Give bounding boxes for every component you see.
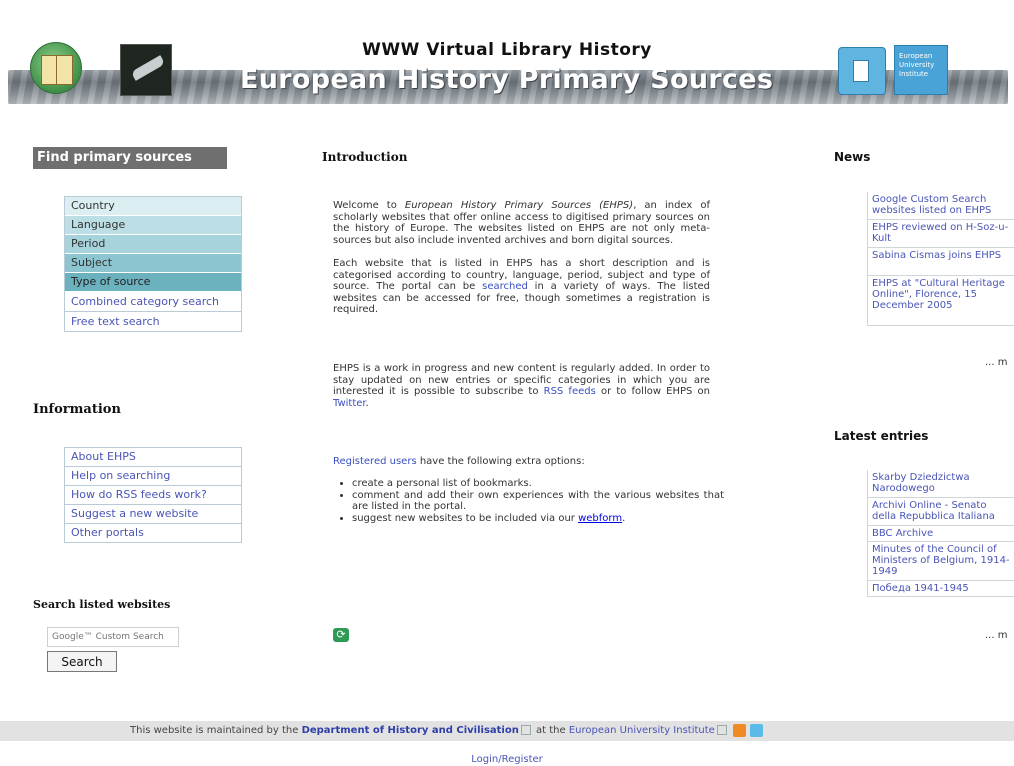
latest-entry[interactable]: Archivi Online - Senato della Repubblica…	[868, 498, 1014, 526]
latest-entry[interactable]: BBC Archive	[868, 526, 1014, 542]
latest-entry[interactable]: Победа 1941-1945	[868, 581, 1014, 596]
footer-text: This website is maintained by the Depart…	[130, 721, 763, 741]
about-ehps-link[interactable]: About EHPS	[65, 448, 241, 467]
free-text-search-link[interactable]: Free text search	[65, 312, 241, 331]
find-sources-heading: Find primary sources	[33, 147, 227, 169]
registered-users-line: Registered users have the following extr…	[333, 456, 710, 468]
twitter-icon[interactable]	[749, 723, 763, 737]
rss-icon[interactable]	[732, 723, 746, 737]
footer-text-part: This website is maintained by the	[130, 725, 302, 736]
latest-entry[interactable]: Skarby Dziedzictwa Narodowego	[868, 470, 1014, 498]
eui-logo[interactable]: European University Institute	[838, 45, 978, 95]
category-menu: Country Language Period Subject Type of …	[64, 196, 242, 332]
latest-entry[interactable]: Minutes of the Council of Ministers of B…	[868, 542, 1014, 581]
intro-paragraph-1: Welcome to European History Primary Sour…	[333, 200, 710, 246]
external-link-icon	[716, 725, 727, 735]
combined-category-search-link[interactable]: Combined category search	[65, 292, 241, 312]
intro-text: Welcome to	[333, 200, 405, 211]
latest-entries-list: Skarby Dziedzictwa Narodowego Archivi On…	[867, 470, 1014, 597]
information-heading: Information	[33, 402, 121, 417]
refresh-icon[interactable]: ⟳	[333, 628, 349, 642]
other-portals-link[interactable]: Other portals	[65, 524, 241, 542]
category-type-of-source[interactable]: Type of source	[65, 273, 241, 292]
footer-bar: This website is maintained by the Depart…	[0, 721, 1014, 741]
latest-more-link[interactable]: ... m	[985, 630, 1007, 641]
eui-link[interactable]: European University Institute	[569, 725, 715, 736]
custom-search-input[interactable]	[47, 627, 179, 647]
category-language[interactable]: Language	[65, 216, 241, 235]
searched-link[interactable]: searched	[482, 281, 528, 292]
option-item: create a personal list of bookmarks.	[352, 478, 724, 490]
twitter-link[interactable]: Twitter	[333, 398, 366, 409]
introduction-heading: Introduction	[322, 150, 408, 164]
external-link-icon	[520, 725, 531, 735]
option-item: comment and add their own experiences wi…	[352, 490, 724, 513]
site-title: European History Primary Sources	[240, 64, 774, 95]
search-websites-heading: Search listed websites	[33, 598, 171, 611]
category-country[interactable]: Country	[65, 197, 241, 216]
registered-users-link[interactable]: Registered users	[333, 456, 417, 467]
eui-building-icon	[838, 47, 886, 95]
latest-entries-heading: Latest entries	[834, 429, 929, 443]
news-list: Google Custom Search websites listed on …	[867, 192, 1014, 326]
information-menu: About EHPS Help on searching How do RSS …	[64, 447, 242, 543]
option-text: suggest new websites to be included via …	[352, 512, 579, 524]
intro-text: .	[365, 397, 369, 409]
news-item[interactable]: Google Custom Search websites listed on …	[868, 192, 1014, 220]
category-period[interactable]: Period	[65, 235, 241, 254]
news-item[interactable]: Sabina Cismas joins EHPS	[868, 248, 1014, 276]
option-text: .	[622, 512, 626, 524]
news-more-link[interactable]: ... m	[985, 357, 1007, 368]
login-register-link[interactable]: Login/Register	[0, 754, 1014, 765]
intro-paragraph-2: Each website that is listed in EHPS has …	[333, 258, 710, 316]
intro-paragraph-3: EHPS is a work in progress and new conte…	[333, 363, 710, 409]
help-searching-link[interactable]: Help on searching	[65, 467, 241, 486]
department-link[interactable]: Department of History and Civilisation	[302, 725, 519, 736]
footer-text-part: at the	[532, 725, 569, 736]
intro-text: or to follow EHPS on	[595, 386, 710, 397]
registered-text: have the following extra options:	[416, 456, 585, 467]
news-heading: News	[834, 150, 871, 164]
webform-link[interactable]: webform	[578, 513, 622, 524]
ehps-name: European History Primary Sources (EHPS)	[404, 200, 634, 211]
site-banner: WWW Virtual Library History European His…	[0, 0, 1014, 118]
search-button[interactable]: Search	[47, 651, 117, 672]
extra-options-list: create a personal list of bookmarks. com…	[338, 478, 724, 524]
news-item[interactable]: EHPS at "Cultural Heritage Online", Flor…	[868, 276, 1014, 325]
rss-feeds-link[interactable]: RSS feeds	[544, 386, 596, 397]
suggest-website-link[interactable]: Suggest a new website	[65, 505, 241, 524]
rss-help-link[interactable]: How do RSS feeds work?	[65, 486, 241, 505]
news-item[interactable]: EHPS reviewed on H-Soz-u-Kult	[868, 220, 1014, 248]
option-item: suggest new websites to be included via …	[352, 513, 724, 525]
category-subject[interactable]: Subject	[65, 254, 241, 273]
eui-logo-text: European University Institute	[894, 45, 948, 95]
